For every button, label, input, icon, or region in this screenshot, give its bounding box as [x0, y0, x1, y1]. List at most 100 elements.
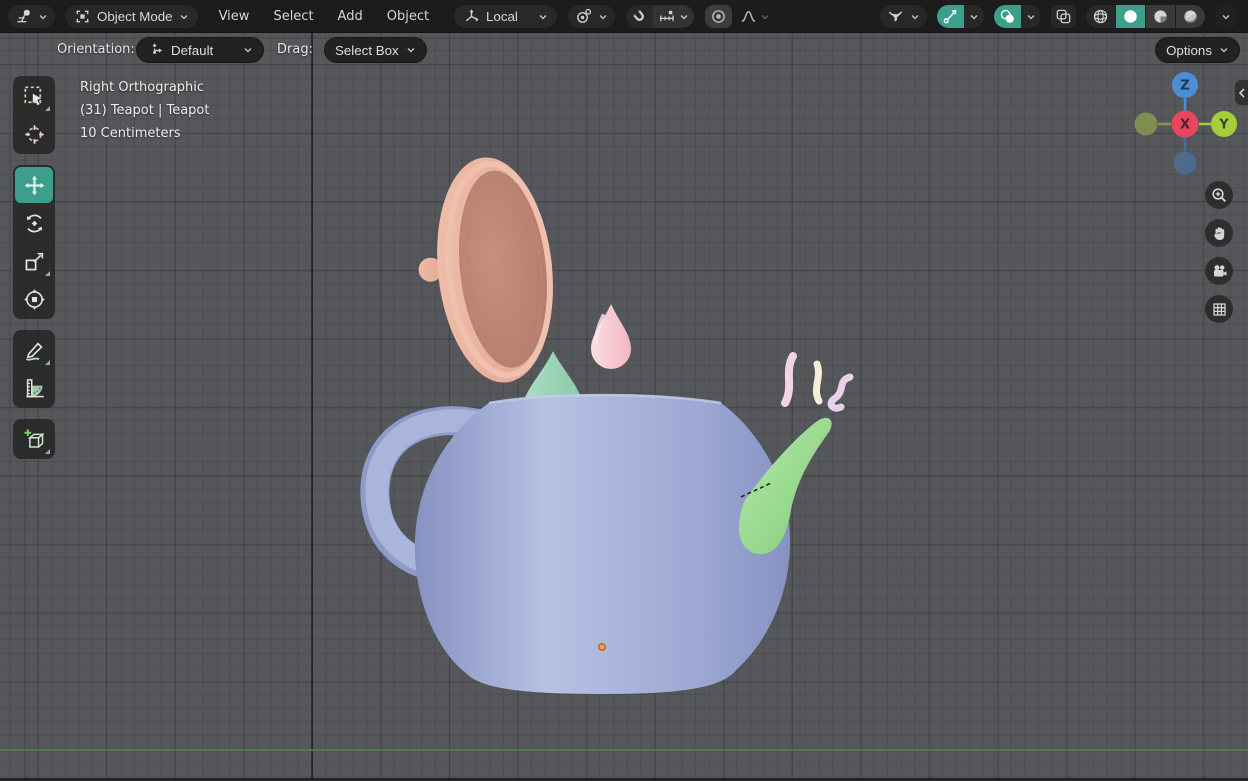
chevron-down-icon: [761, 14, 769, 20]
steam-wisp-left[interactable]: [781, 352, 797, 407]
move-icon: [24, 175, 44, 195]
shading-wireframe-button[interactable]: [1086, 5, 1115, 28]
shading-material-button[interactable]: [1145, 5, 1175, 28]
tool-shelf: [13, 76, 55, 459]
chevron-down-icon: [244, 47, 252, 53]
editor-type-button[interactable]: [7, 4, 56, 29]
orientation-label: Orientation:: [57, 42, 135, 57]
xray-icon: [1056, 9, 1071, 24]
annotation-tools-group: [13, 330, 55, 408]
orientation-dropdown[interactable]: Default: [136, 37, 264, 63]
mode-label: Object Mode: [97, 9, 173, 24]
measure-icon: [25, 378, 44, 397]
chevron-down-icon: [539, 14, 547, 20]
show-gizmo-toggle[interactable]: [937, 5, 964, 28]
rotate-icon: [26, 214, 42, 232]
drag-dropdown[interactable]: Select Box: [324, 37, 427, 63]
shading-rendered-button[interactable]: [1175, 5, 1205, 28]
tool-rotate[interactable]: [15, 205, 53, 241]
tool-annotate[interactable]: [15, 332, 53, 368]
chevron-left-icon: [1238, 87, 1245, 98]
view-name: Right Orthographic: [80, 80, 205, 95]
transform-icon: [23, 288, 45, 310]
drag-label: Drag:: [277, 42, 313, 57]
show-overlays-toggle[interactable]: [994, 5, 1021, 28]
orientation-value: Local: [486, 9, 518, 24]
camera-icon: [1213, 264, 1226, 276]
chevron-down-icon: [407, 47, 415, 53]
tool-measure[interactable]: [15, 370, 53, 406]
neg-y-axis-ball[interactable]: [1134, 112, 1158, 136]
sidebar-toggle[interactable]: [1235, 80, 1248, 105]
overlays-dropdown[interactable]: [1021, 5, 1041, 28]
tool-scale[interactable]: [15, 243, 53, 279]
chevron-down-icon: [970, 14, 978, 20]
z-axis-label: Z: [1180, 79, 1189, 94]
tool-add-cube[interactable]: [15, 421, 53, 457]
mode-selector[interactable]: Object Mode: [64, 4, 199, 29]
shading-options-dropdown[interactable]: [1214, 4, 1238, 29]
scale-icon: [25, 252, 43, 270]
falloff-dropdown[interactable]: [735, 4, 775, 29]
x-axis-label: X: [1180, 118, 1190, 133]
object-type-visibility-dropdown[interactable]: [879, 4, 928, 29]
orientation-current: Default: [171, 42, 214, 58]
teapot-lid[interactable]: [408, 152, 564, 391]
object-origin-point[interactable]: [597, 642, 606, 651]
grid-scale: 10 Centimeters: [80, 126, 181, 141]
y-axis-label: Y: [1218, 118, 1229, 133]
chevron-down-icon: [1220, 47, 1228, 53]
proportional-editing-toggle[interactable]: [703, 4, 733, 29]
snap-toggle-button[interactable]: [625, 5, 653, 28]
tool-move[interactable]: [15, 167, 53, 203]
snap-target-dropdown[interactable]: [652, 5, 694, 28]
rendered-shading-icon: [1184, 10, 1197, 23]
transform-orientation-dropdown[interactable]: Local: [453, 4, 558, 29]
drag-current: Select Box: [335, 42, 399, 58]
options-dropdown[interactable]: Options: [1155, 37, 1240, 63]
chevron-down-icon: [1027, 14, 1035, 20]
object-mode-icon: [76, 10, 89, 23]
pivot-point-dropdown[interactable]: [566, 4, 616, 29]
menu-select[interactable]: Select: [261, 0, 325, 33]
toggle-projection-button[interactable]: [1205, 295, 1233, 323]
steam-wisp-right[interactable]: [827, 373, 854, 412]
orientation-axes-icon: [465, 9, 479, 22]
chevron-down-icon: [911, 14, 919, 20]
shading-solid-button[interactable]: [1115, 5, 1145, 28]
snapping-controls: [624, 4, 695, 29]
proportional-editing-controls: [703, 4, 775, 29]
visibility-filter-icon: [888, 11, 903, 22]
zoom-icon: [1211, 187, 1226, 202]
navigation-axis-gizmo[interactable]: Z Y X: [1128, 66, 1248, 178]
tool-transform[interactable]: [15, 281, 53, 317]
overlay-controls: [993, 4, 1042, 29]
blender-window: Object Mode View Select Add Object Local: [0, 0, 1248, 781]
gizmo-dropdown[interactable]: [964, 5, 984, 28]
grid-icon: [1212, 302, 1226, 316]
steam-wisp-middle[interactable]: [812, 360, 823, 405]
show-gizmo-icon: [943, 9, 957, 24]
transform-tools-group: [13, 165, 55, 319]
tool-tweak-select-box[interactable]: [15, 78, 53, 114]
chevron-down-icon: [680, 14, 688, 20]
pan-button[interactable]: [1205, 219, 1233, 247]
add-cube-icon: [23, 428, 45, 448]
chevron-down-icon: [599, 14, 607, 20]
menu-object[interactable]: Object: [375, 0, 441, 33]
zoom-button[interactable]: [1205, 181, 1233, 209]
tool-cursor[interactable]: [15, 116, 53, 152]
default-orientation-icon: [152, 42, 163, 54]
xray-toggle[interactable]: [1050, 4, 1077, 29]
proportional-editing-icon: [712, 10, 725, 23]
viewport-header: Object Mode View Select Add Object Local: [0, 0, 1248, 33]
menu-add[interactable]: Add: [326, 0, 375, 33]
camera-view-button[interactable]: [1205, 257, 1233, 285]
neg-z-axis-ball[interactable]: [1173, 151, 1197, 175]
material-preview-shading-icon: [1154, 10, 1167, 23]
menu-view[interactable]: View: [207, 0, 262, 33]
gizmo-controls: [936, 4, 985, 29]
header-menus: View Select Add Object: [207, 0, 441, 33]
solid-shading-icon: [1124, 10, 1137, 23]
falloff-curve-icon: [741, 11, 756, 22]
